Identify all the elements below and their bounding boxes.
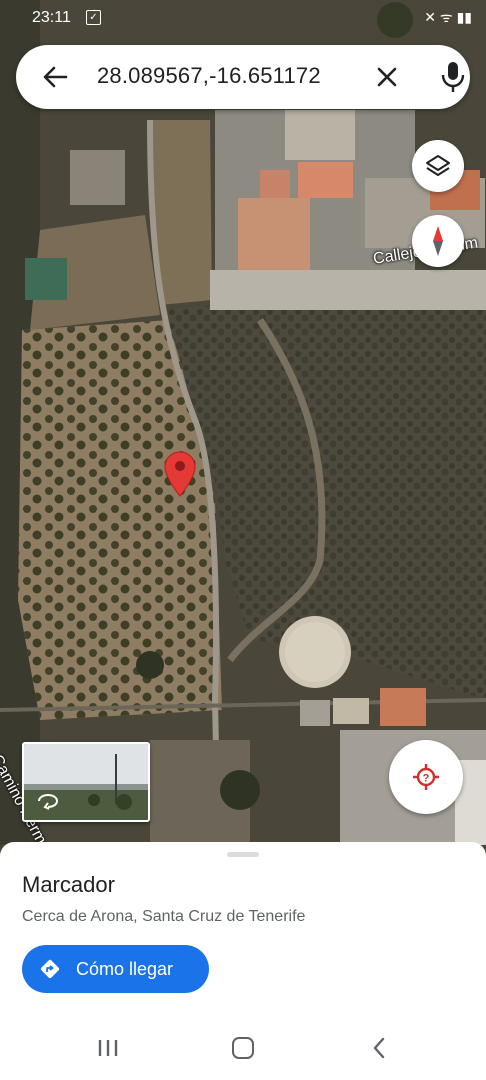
directions-button[interactable]: Cómo llegar bbox=[22, 945, 209, 993]
sheet-drag-handle[interactable] bbox=[227, 852, 259, 857]
my-location-button[interactable]: ? bbox=[389, 740, 463, 814]
my-location-icon: ? bbox=[413, 764, 439, 790]
place-title: Marcador bbox=[22, 872, 115, 897]
layers-button[interactable] bbox=[412, 140, 464, 192]
satellite-map[interactable]: Callejón el Alm Camino Herm bbox=[0, 0, 486, 845]
directions-label: Cómo llegar bbox=[76, 959, 174, 979]
place-address: Cerca de Arona, Santa Cruz de Tenerife bbox=[22, 908, 306, 925]
system-navigation-bar bbox=[0, 1016, 486, 1080]
layers-icon bbox=[426, 155, 450, 176]
search-bar[interactable]: 28.089567,-16.651172 bbox=[16, 45, 470, 109]
close-icon[interactable] bbox=[373, 63, 401, 91]
street-view-thumbnail[interactable] bbox=[22, 742, 150, 822]
svg-text:?: ? bbox=[423, 773, 430, 785]
recents-icon[interactable] bbox=[96, 1038, 120, 1058]
compass-icon bbox=[433, 226, 443, 256]
street-view-icon bbox=[38, 793, 59, 810]
status-icons: ✕ ᯤ ▮▮ bbox=[424, 9, 472, 25]
compass-button[interactable] bbox=[412, 215, 464, 267]
notification-check-icon: ✓ bbox=[86, 10, 101, 25]
microphone-icon[interactable] bbox=[438, 60, 468, 94]
search-input[interactable]: 28.089567,-16.651172 bbox=[97, 63, 321, 89]
nav-back-icon[interactable] bbox=[370, 1036, 388, 1060]
satellite-imagery bbox=[0, 0, 486, 845]
status-time: 23:11 bbox=[32, 9, 71, 26]
back-arrow-icon[interactable] bbox=[40, 62, 70, 92]
directions-icon bbox=[40, 959, 60, 979]
status-bar: 23:11 ✓ ✕ ᯤ ▮▮ bbox=[0, 0, 486, 36]
home-icon[interactable] bbox=[232, 1037, 254, 1059]
map-pin-icon[interactable] bbox=[163, 450, 197, 498]
